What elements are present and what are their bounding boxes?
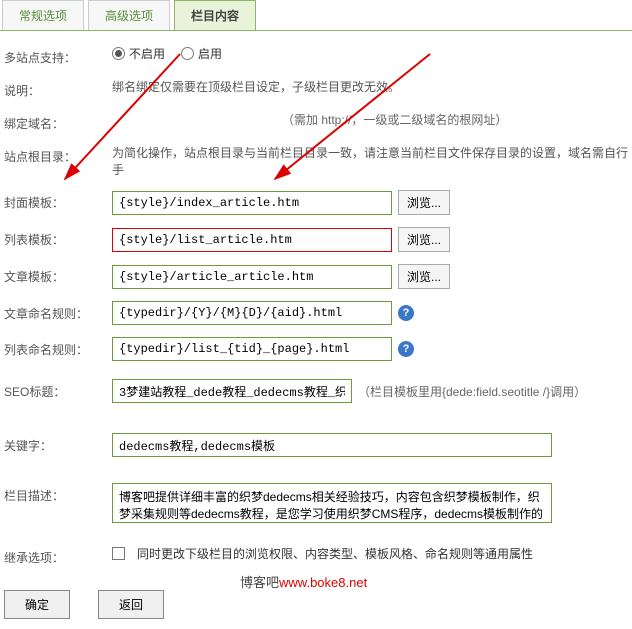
watermark: 博客吧www.boke8.net <box>240 572 367 591</box>
cover-tpl-label: 封面模板： <box>4 190 112 211</box>
seo-hint: （栏目模板里用{dede:field.seotitle /}调用） <box>358 383 586 400</box>
inherit-text: 同时更改下级栏目的浏览权限、内容类型、模板风格、命名规则等通用属性 <box>137 545 533 562</box>
tab-column-content[interactable]: 栏目内容 <box>174 0 256 30</box>
seo-title-label: SEO标题： <box>4 379 112 400</box>
article-tpl-input[interactable] <box>112 265 392 289</box>
help-icon[interactable]: ? <box>398 305 414 321</box>
article-rule-label: 文章命名规则： <box>4 301 112 322</box>
inherit-label: 继承选项： <box>4 545 112 566</box>
desc-text: 绑名绑定仅需要在顶级栏目设定，子级栏目更改无效。 <box>112 78 400 95</box>
tab-advanced[interactable]: 高级选项 <box>88 0 170 30</box>
radio-enable[interactable]: 启用 <box>181 45 222 62</box>
cover-browse-button[interactable]: 浏览... <box>398 190 450 215</box>
list-tpl-label: 列表模板： <box>4 227 112 248</box>
desc-label: 说明： <box>4 78 112 99</box>
keywords-label: 关键字： <box>4 433 112 454</box>
tab-general[interactable]: 常规选项 <box>2 0 84 30</box>
list-rule-label: 列表命名规则： <box>4 337 112 358</box>
site-root-label: 站点根目录： <box>4 144 112 165</box>
column-desc-label: 栏目描述： <box>4 483 112 504</box>
keywords-input[interactable] <box>112 433 552 457</box>
help-icon[interactable]: ? <box>398 341 414 357</box>
ok-button[interactable]: 确定 <box>4 590 70 619</box>
multisite-label: 多站点支持： <box>4 45 112 66</box>
article-rule-input[interactable] <box>112 301 392 325</box>
bind-hint: （需加 http://，一级或二级域名的根网址） <box>282 111 507 128</box>
cover-tpl-input[interactable] <box>112 191 392 215</box>
seo-title-input[interactable] <box>112 379 352 403</box>
article-tpl-label: 文章模板： <box>4 264 112 285</box>
inherit-checkbox[interactable] <box>112 547 125 560</box>
radio-disable[interactable]: 不启用 <box>112 45 165 62</box>
back-button[interactable]: 返回 <box>98 590 164 619</box>
bind-domain-label: 绑定域名： <box>4 111 112 132</box>
list-browse-button[interactable]: 浏览... <box>398 227 450 252</box>
site-root-text: 为简化操作，站点根目录与当前栏目目录一致，请注意当前栏目文件保存目录的设置，域名… <box>112 144 628 178</box>
column-desc-textarea[interactable] <box>112 483 552 523</box>
article-browse-button[interactable]: 浏览... <box>398 264 450 289</box>
list-rule-input[interactable] <box>112 337 392 361</box>
list-tpl-input[interactable] <box>112 228 392 252</box>
